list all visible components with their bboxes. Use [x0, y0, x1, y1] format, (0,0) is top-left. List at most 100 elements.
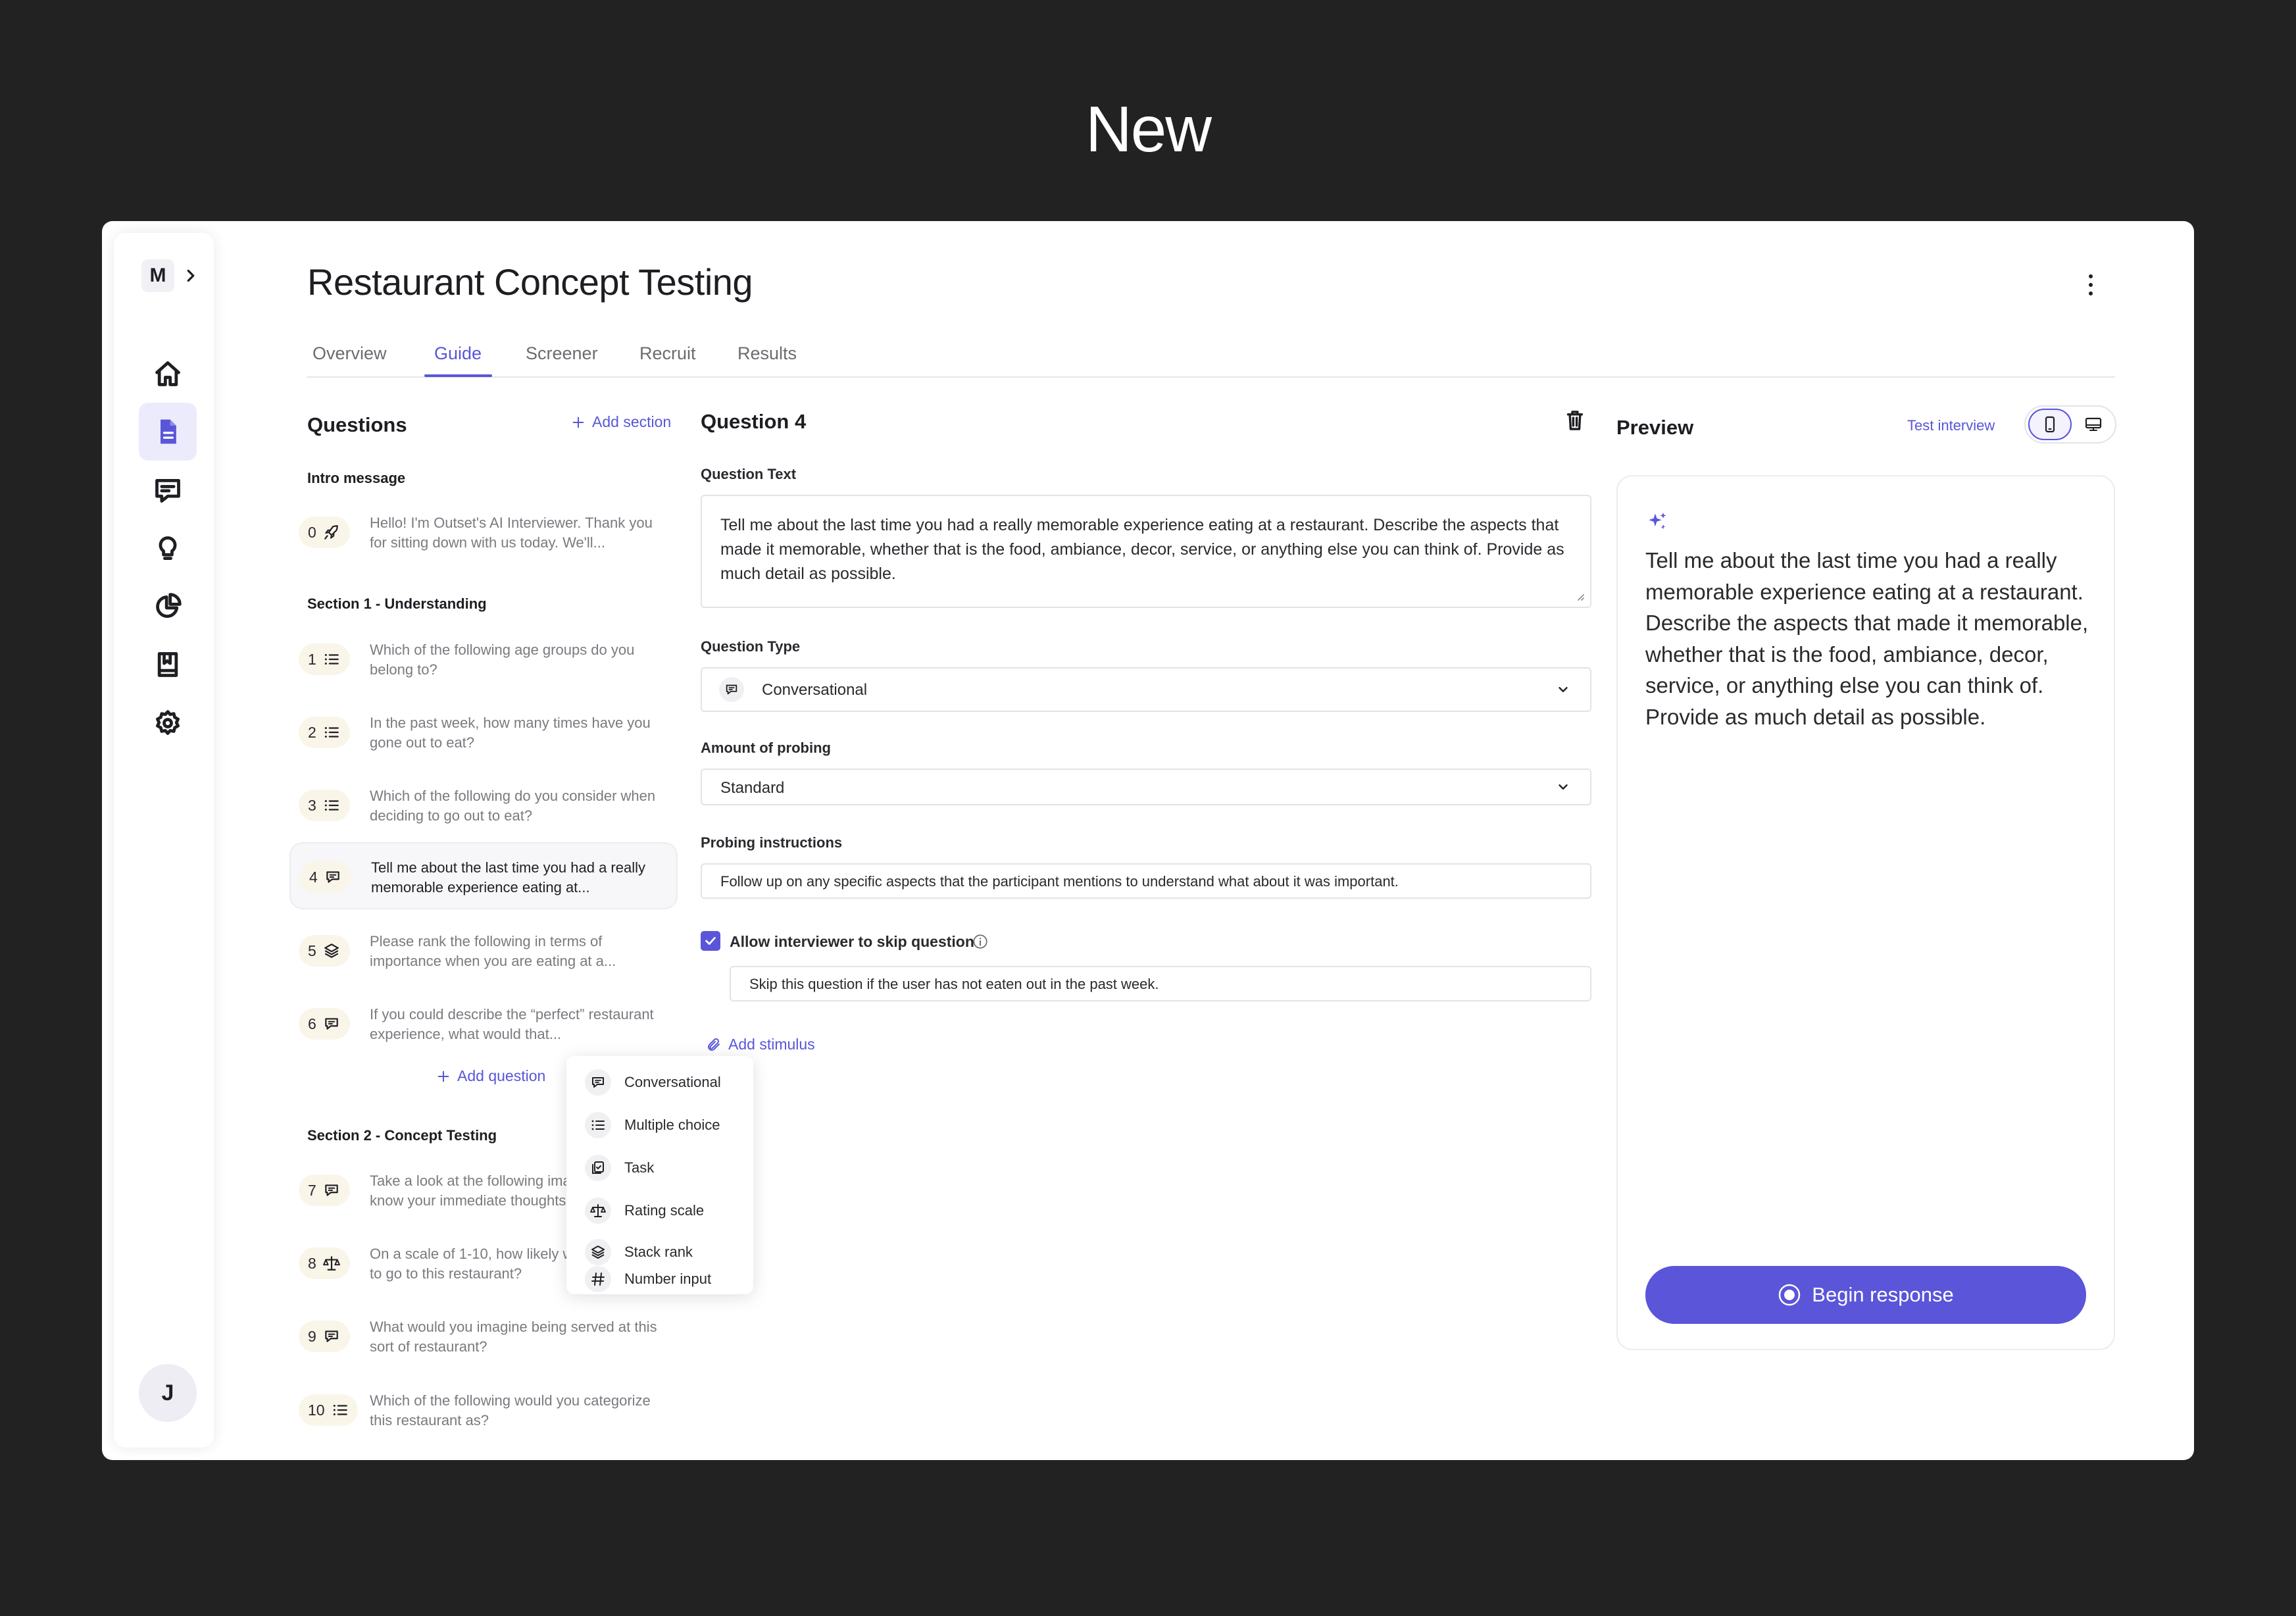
- question-item-3[interactable]: 3 Which of the following do you consider…: [289, 772, 678, 839]
- menu-item-label: Number input: [624, 1271, 712, 1287]
- question-text: In the past week, how many times have yo…: [370, 715, 651, 751]
- sidebar-item-library[interactable]: [139, 636, 197, 694]
- sidebar-item-insights[interactable]: [139, 520, 197, 578]
- question-number-badge: 8: [299, 1248, 350, 1279]
- menu-item-task[interactable]: Task: [585, 1153, 654, 1182]
- chevron-down-icon: [1556, 682, 1570, 697]
- question-text: Hello! I'm Outset's AI Interviewer. Than…: [370, 515, 653, 551]
- question-number: 0: [308, 523, 316, 541]
- banner-title: New: [1085, 93, 1212, 165]
- add-section-label: Add section: [592, 413, 672, 430]
- tab-bar-divider: [307, 376, 2115, 378]
- tab-screener[interactable]: Screener: [526, 343, 598, 390]
- question-type-menu: Conversational Multiple choice Task Rati…: [566, 1056, 753, 1294]
- list-icon: [585, 1112, 611, 1138]
- question-item-2[interactable]: 2 In the past week, how many times have …: [289, 699, 678, 766]
- skip-question-checkbox[interactable]: [701, 931, 720, 951]
- probing-amount-value: Standard: [720, 779, 785, 797]
- question-item-4[interactable]: 4 Tell me about the last time you had a …: [289, 842, 678, 909]
- chat-icon: [719, 677, 744, 702]
- question-type-select[interactable]: Conversational: [701, 667, 1591, 712]
- question-text: Which of the following do you consider w…: [370, 788, 656, 824]
- plus-icon: [571, 415, 586, 430]
- scale-icon: [323, 1255, 340, 1272]
- probing-instructions-label: Probing instructions: [701, 834, 843, 851]
- question-text: If you could describe the “perfect” rest…: [370, 1006, 654, 1042]
- question-number: 6: [308, 1015, 316, 1032]
- add-question-button[interactable]: Add question: [436, 1067, 545, 1085]
- trash-icon[interactable]: [1564, 409, 1585, 432]
- question-text-label: Question Text: [701, 466, 797, 482]
- probing-instructions-value: Follow up on any specific aspects that t…: [720, 873, 1399, 890]
- question-number-badge: 9: [299, 1321, 350, 1352]
- begin-response-button[interactable]: Begin response: [1645, 1266, 2086, 1324]
- add-section-button[interactable]: Add section: [571, 413, 671, 431]
- list-icon: [332, 1401, 349, 1419]
- more-options-icon[interactable]: [2078, 268, 2104, 301]
- add-question-label: Add question: [457, 1067, 546, 1084]
- questions-heading: Questions: [307, 413, 407, 436]
- mobile-view-button[interactable]: [2028, 409, 2072, 440]
- sidebar-item-messages[interactable]: [139, 461, 197, 519]
- resize-handle-icon[interactable]: [1574, 591, 1585, 601]
- info-icon[interactable]: [972, 933, 989, 950]
- sparkle-icon: [1645, 511, 1669, 534]
- bookmark-book-icon: [153, 650, 182, 679]
- user-avatar[interactable]: J: [139, 1364, 197, 1422]
- device-toggle: [2024, 405, 2116, 443]
- desktop-view-button[interactable]: [2077, 410, 2110, 439]
- probing-amount-select[interactable]: Standard: [701, 769, 1591, 805]
- question-number-badge: 4: [300, 861, 351, 893]
- menu-item-rating-scale[interactable]: Rating scale: [585, 1196, 704, 1225]
- question-text-field[interactable]: Tell me about the last time you had a re…: [701, 495, 1591, 608]
- question-number: 5: [308, 942, 316, 959]
- intro-message-heading: Intro message: [307, 470, 406, 486]
- mobile-phone-icon: [2042, 415, 2058, 434]
- skip-condition-input[interactable]: Skip this question if the user has not e…: [730, 966, 1591, 1001]
- question-number-badge: 6: [299, 1008, 350, 1040]
- sidebar-item-home[interactable]: [139, 345, 197, 403]
- question-number: 10: [308, 1401, 325, 1419]
- menu-item-number-input[interactable]: Number input: [585, 1265, 711, 1294]
- menu-item-label: Stack rank: [624, 1244, 693, 1260]
- tab-guide[interactable]: Guide: [434, 343, 482, 390]
- question-text: Please rank the following in terms of im…: [370, 933, 616, 969]
- tab-overview[interactable]: Overview: [312, 343, 387, 390]
- question-item-5[interactable]: 5 Please rank the following in terms of …: [289, 917, 678, 984]
- question-item-9[interactable]: 9 What would you imagine being served at…: [289, 1303, 678, 1370]
- menu-item-multiple-choice[interactable]: Multiple choice: [585, 1111, 720, 1140]
- menu-item-label: Task: [624, 1159, 655, 1176]
- sidebar-item-guide[interactable]: [139, 403, 197, 461]
- stack-icon: [585, 1239, 611, 1265]
- question-item-0[interactable]: 0 Hello! I'm Outset's AI Interviewer. Th…: [289, 499, 678, 566]
- question-item-6[interactable]: 6 If you could describe the “perfect” re…: [289, 990, 678, 1057]
- skip-condition-value: Skip this question if the user has not e…: [749, 976, 1159, 992]
- test-interview-link[interactable]: Test interview: [1907, 417, 1995, 434]
- pie-chart-icon: [153, 592, 182, 621]
- probing-instructions-input[interactable]: Follow up on any specific aspects that t…: [701, 863, 1591, 899]
- task-icon: [585, 1155, 611, 1181]
- home-icon: [153, 359, 182, 388]
- workspace-badge[interactable]: M: [141, 259, 174, 292]
- question-type-value: Conversational: [762, 681, 868, 699]
- question-number: 2: [308, 723, 316, 741]
- chevron-right-icon[interactable]: [181, 266, 201, 286]
- question-number: 8: [308, 1254, 316, 1272]
- question-item-10[interactable]: 10 Which of the following would you cate…: [289, 1376, 678, 1444]
- question-number: 3: [308, 796, 316, 814]
- preview-card: Tell me about the last time you had a re…: [1616, 475, 2115, 1350]
- menu-item-conversational[interactable]: Conversational: [585, 1068, 721, 1097]
- question-item-1[interactable]: 1 Which of the following age groups do y…: [289, 626, 678, 693]
- question-number: 9: [308, 1327, 316, 1345]
- paperclip-icon: [706, 1037, 722, 1053]
- plus-icon: [436, 1069, 451, 1084]
- add-stimulus-button[interactable]: Add stimulus: [706, 1036, 815, 1053]
- question-type-label: Question Type: [701, 638, 801, 655]
- tab-results[interactable]: Results: [737, 343, 797, 390]
- menu-item-stack-rank[interactable]: Stack rank: [585, 1238, 693, 1267]
- sidebar-item-settings[interactable]: [139, 694, 197, 752]
- desktop-monitor-icon: [2084, 416, 2103, 433]
- tab-recruit[interactable]: Recruit: [639, 343, 696, 390]
- sidebar-item-analytics[interactable]: [139, 578, 197, 636]
- question-text: Tell me about the last time you had a re…: [371, 859, 646, 896]
